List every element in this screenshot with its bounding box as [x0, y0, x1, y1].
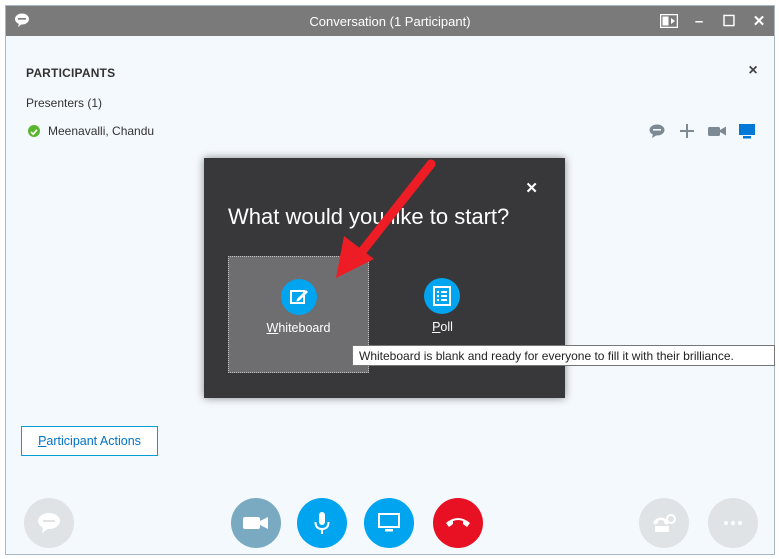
close-window-button[interactable]: ✕ [744, 6, 774, 36]
layout-icon [660, 14, 678, 28]
microphone-icon [314, 512, 330, 534]
presenters-group-label[interactable]: Presenters (1) [26, 96, 102, 110]
video-toggle-button[interactable] [231, 498, 281, 548]
close-participants-button[interactable]: × [744, 62, 762, 80]
layout-toggle-button[interactable] [654, 6, 684, 36]
add-icon[interactable] [678, 122, 696, 140]
call-controls-bar [6, 494, 774, 554]
close-dialog-button[interactable]: ✕ [525, 179, 538, 197]
im-icon[interactable] [648, 122, 666, 140]
whiteboard-icon [281, 279, 317, 315]
video-icon[interactable] [708, 122, 726, 140]
more-options-button[interactable] [708, 498, 758, 548]
present-screen-icon[interactable] [738, 122, 756, 140]
participant-name: Meenavalli, Chandu [48, 124, 155, 138]
call-controls-button[interactable] [639, 498, 689, 548]
present-content-button[interactable] [364, 498, 414, 548]
whiteboard-option[interactable]: Whiteboard [228, 256, 369, 373]
dialog-title: What would you like to start? [228, 204, 510, 229]
end-call-icon [446, 518, 470, 527]
hang-up-button[interactable] [433, 498, 483, 548]
minimize-button[interactable]: – [684, 6, 714, 36]
poll-label: Poll [432, 320, 453, 334]
participant-actions-label: articipant Actions [46, 434, 141, 448]
status-available-icon [28, 125, 40, 137]
chat-bubble-icon [38, 513, 60, 533]
im-toggle-button[interactable] [24, 498, 74, 548]
maximize-button[interactable]: ☐ [714, 6, 744, 36]
participant-quick-actions [648, 122, 756, 140]
participant-row[interactable]: Meenavalli, Chandu [26, 122, 756, 142]
phone-settings-icon [653, 514, 676, 532]
participant-actions-accel: P [38, 434, 47, 448]
participants-heading: PARTICIPANTS [26, 66, 116, 80]
window-controls: – ☐ ✕ [654, 6, 774, 36]
participant-actions-button[interactable]: Participant Actions [21, 426, 158, 456]
poll-icon [424, 278, 460, 314]
ellipsis-icon [724, 521, 742, 525]
monitor-icon [378, 513, 400, 532]
whiteboard-label: Whiteboard [266, 321, 331, 335]
whiteboard-tooltip: Whiteboard is blank and ready for everyo… [352, 345, 775, 366]
mute-microphone-button[interactable] [297, 498, 347, 548]
video-camera-icon [243, 517, 268, 529]
title-bar: Conversation (1 Participant) – ☐ ✕ [6, 6, 774, 36]
